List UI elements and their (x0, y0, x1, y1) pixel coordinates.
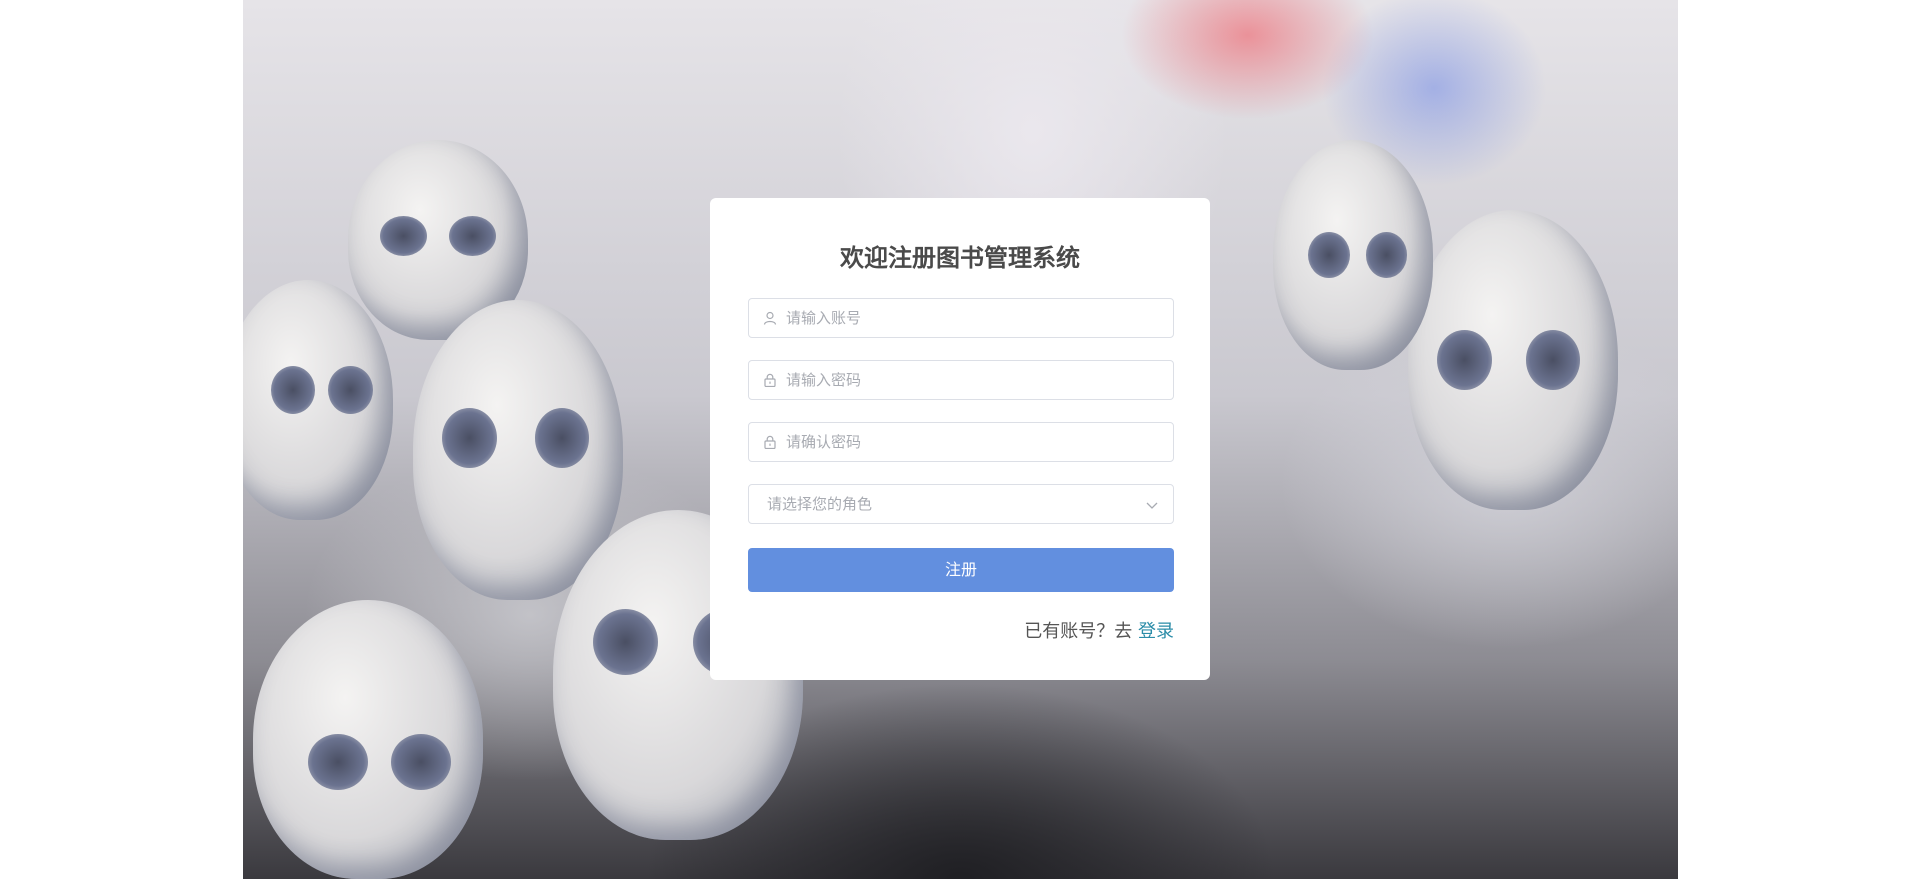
skull-illustration (1408, 210, 1618, 510)
password-placeholder: 请输入密码 (786, 371, 862, 389)
chevron-down-icon (1146, 502, 1158, 509)
lock-icon (764, 373, 776, 387)
login-prompt: 已有账号？去 登录 (1024, 617, 1174, 643)
page: 欢迎注册图书管理系统 请输入账号 请输入密码 请确认密码 请选择您的角色 注册 … (0, 0, 1920, 879)
role-placeholder: 请选择您的角色 (767, 495, 873, 513)
confirm-password-placeholder: 请确认密码 (786, 433, 862, 451)
register-button[interactable]: 注册 (748, 548, 1174, 592)
skull-illustration (1273, 140, 1433, 370)
password-input[interactable]: 请输入密码 (748, 360, 1174, 400)
skull-illustration (253, 600, 483, 879)
login-link[interactable]: 登录 (1138, 621, 1174, 642)
register-card: 欢迎注册图书管理系统 请输入账号 请输入密码 请确认密码 请选择您的角色 注册 … (710, 198, 1210, 680)
username-placeholder: 请输入账号 (786, 309, 862, 327)
user-icon (763, 311, 777, 325)
confirm-password-input[interactable]: 请确认密码 (748, 422, 1174, 462)
role-select[interactable]: 请选择您的角色 (748, 484, 1174, 524)
lock-icon (764, 435, 776, 449)
skull-illustration (243, 280, 393, 520)
page-title: 欢迎注册图书管理系统 (840, 244, 1080, 272)
login-prompt-text: 已有账号？去 (1024, 621, 1133, 642)
username-input[interactable]: 请输入账号 (748, 298, 1174, 338)
